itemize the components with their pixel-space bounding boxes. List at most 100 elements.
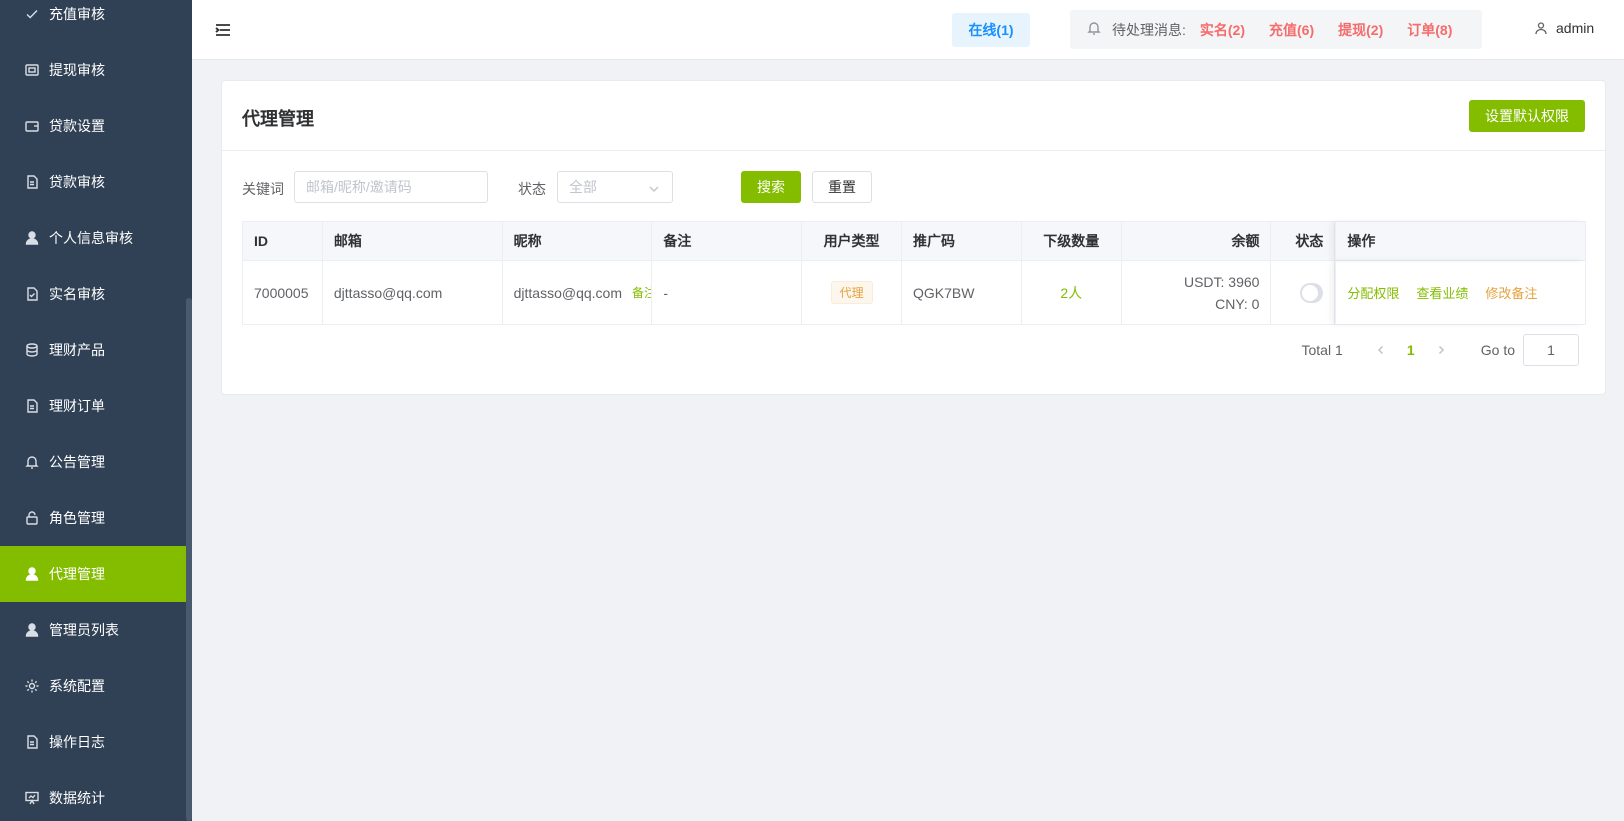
view-performance-link[interactable]: 查看业绩 — [1416, 283, 1468, 302]
cell-user-type: 代理 — [802, 261, 902, 324]
table-row: 7000005 djttasso@qq.com djttasso@qq.com … — [243, 261, 1585, 324]
cell-status — [1271, 261, 1336, 324]
sidebar-item-finance-orders[interactable]: 理财订单 — [0, 378, 192, 434]
column-header-promo-code: 推广码 — [902, 222, 1022, 260]
bell-icon — [1086, 20, 1102, 39]
keyword-label: 关键词 — [242, 181, 284, 197]
document-check-icon — [24, 286, 40, 302]
chart-board-icon — [24, 790, 40, 806]
sidebar-item-label: 贷款审核 — [49, 174, 105, 190]
column-header-user-type: 用户类型 — [802, 222, 902, 260]
column-header-nickname: 昵称 — [503, 222, 653, 260]
user-icon — [24, 230, 40, 246]
wallet-icon — [24, 62, 40, 78]
sidebar-item-admin-list[interactable]: 管理员列表 — [0, 602, 192, 658]
sidebar-item-finance-products[interactable]: 理财产品 — [0, 322, 192, 378]
next-page-icon[interactable] — [1427, 345, 1455, 355]
sidebar-item-label: 充值审核 — [49, 6, 105, 22]
balance-cny: CNY: 0 — [1215, 295, 1260, 312]
user-icon — [24, 566, 40, 582]
sidebar-item-label: 管理员列表 — [49, 622, 119, 638]
lock-icon — [24, 510, 40, 526]
column-header-balance: 余额 — [1122, 222, 1272, 260]
cell-email: djttasso@qq.com — [323, 261, 503, 324]
cell-promo-code: QGK7BW — [902, 261, 1022, 324]
sidebar-scrollbar[interactable] — [186, 298, 192, 821]
page-number-current[interactable]: 1 — [1395, 342, 1427, 358]
sidebar-menu: 充值审核 提现审核 贷款设置 贷款审核 个人信息审核 实名审核 理财产品 理财订… — [0, 0, 192, 821]
sub-count-link[interactable]: 2人 — [1060, 283, 1082, 303]
pending-orders-link[interactable]: 订单(8) — [1407, 20, 1452, 40]
column-header-id: ID — [243, 222, 323, 260]
user-icon — [1535, 22, 1547, 35]
balance-values: USDT: 3960 CNY: 0 — [1184, 271, 1259, 315]
edit-note-link[interactable]: 修改备注 — [1485, 283, 1537, 302]
briefcase-icon — [24, 118, 40, 134]
sidebar-item-label: 理财订单 — [49, 398, 105, 414]
sidebar-item-realname-review[interactable]: 实名审核 — [0, 266, 192, 322]
sidebar-item-statistics[interactable]: 数据统计 — [0, 770, 192, 821]
keyword-input[interactable]: 邮箱/昵称/邀请码 — [294, 171, 488, 203]
filter-bar: 关键词 邮箱/昵称/邀请码 状态 全部 搜索 重置 — [242, 171, 1582, 203]
collapse-menu-icon[interactable] — [214, 21, 232, 39]
cell-balance: USDT: 3960 CNY: 0 — [1122, 261, 1272, 324]
status-select[interactable]: 全部 — [557, 171, 673, 203]
cell-nickname: djttasso@qq.com 备注 — [503, 261, 653, 324]
column-header-sub-count: 下级数量 — [1022, 222, 1122, 260]
pending-withdraw-link[interactable]: 提现(2) — [1338, 20, 1383, 40]
online-count-button[interactable]: 在线(1) — [952, 13, 1030, 47]
goto-label: Go to — [1480, 342, 1515, 358]
sidebar-item-roles[interactable]: 角色管理 — [0, 490, 192, 546]
nickname-text: djttasso@qq.com — [513, 284, 622, 301]
page-title: 代理管理 — [242, 109, 314, 129]
coins-icon — [24, 342, 40, 358]
user-type-tag: 代理 — [830, 281, 873, 304]
sidebar-item-loan-settings[interactable]: 贷款设置 — [0, 98, 192, 154]
column-header-status: 状态 — [1271, 222, 1336, 260]
status-toggle[interactable] — [1300, 282, 1324, 303]
sidebar-item-withdraw-review[interactable]: 提现审核 — [0, 42, 192, 98]
cell-id: 7000005 — [243, 261, 323, 324]
column-header-email: 邮箱 — [323, 222, 503, 260]
document-icon — [24, 174, 40, 190]
user-menu[interactable]: admin — [1534, 20, 1594, 36]
sidebar-item-label: 理财产品 — [49, 342, 105, 358]
pending-messages: 待处理消息: 实名(2) 充值(6) 提现(2) 订单(8) — [1070, 10, 1482, 49]
assign-permissions-link[interactable]: 分配权限 — [1347, 283, 1399, 302]
sidebar-item-operation-log[interactable]: 操作日志 — [0, 714, 192, 770]
gear-icon — [24, 678, 40, 694]
pending-recharge-link[interactable]: 充值(6) — [1269, 20, 1314, 40]
search-button[interactable]: 搜索 — [741, 171, 801, 203]
sidebar-item-agents[interactable]: 代理管理 — [0, 546, 192, 602]
agent-table: ID 邮箱 昵称 备注 用户类型 推广码 下级数量 余额 状态 操作 70000… — [242, 221, 1586, 325]
sidebar: 充值审核 提现审核 贷款设置 贷款审核 个人信息审核 实名审核 理财产品 理财订… — [0, 0, 192, 821]
sidebar-item-label: 操作日志 — [49, 734, 105, 750]
chevron-down-icon — [649, 186, 659, 192]
user-icon — [24, 622, 40, 638]
sidebar-item-label: 提现审核 — [49, 62, 105, 78]
sidebar-item-label: 系统配置 — [49, 678, 105, 694]
pagination: Total 1 1 Go to 1 — [1302, 334, 1579, 366]
nickname-note-link[interactable]: 备注 — [632, 284, 651, 301]
pending-realname-link[interactable]: 实名(2) — [1200, 20, 1245, 40]
sidebar-item-label: 角色管理 — [49, 510, 105, 526]
sidebar-item-label: 个人信息审核 — [49, 230, 133, 246]
pending-label: 待处理消息: — [1112, 21, 1186, 38]
sidebar-item-label: 代理管理 — [49, 566, 105, 582]
goto-page-input[interactable]: 1 — [1523, 334, 1579, 366]
reset-button[interactable]: 重置 — [812, 171, 872, 203]
sidebar-item-label: 实名审核 — [49, 286, 105, 302]
username: admin — [1556, 20, 1595, 36]
cell-sub-count: 2人 — [1022, 261, 1122, 324]
prev-page-icon[interactable] — [1367, 345, 1395, 355]
sidebar-item-system-config[interactable]: 系统配置 — [0, 658, 192, 714]
sidebar-item-loan-review[interactable]: 贷款审核 — [0, 154, 192, 210]
sidebar-item-personal-info-review[interactable]: 个人信息审核 — [0, 210, 192, 266]
column-header-note: 备注 — [652, 222, 803, 260]
document-icon — [24, 734, 40, 750]
bell-icon — [24, 454, 40, 470]
sidebar-item-recharge-review[interactable]: 充值审核 — [0, 0, 192, 42]
sidebar-item-announcements[interactable]: 公告管理 — [0, 434, 192, 490]
check-icon — [24, 6, 40, 22]
set-default-permissions-button[interactable]: 设置默认权限 — [1469, 100, 1585, 132]
